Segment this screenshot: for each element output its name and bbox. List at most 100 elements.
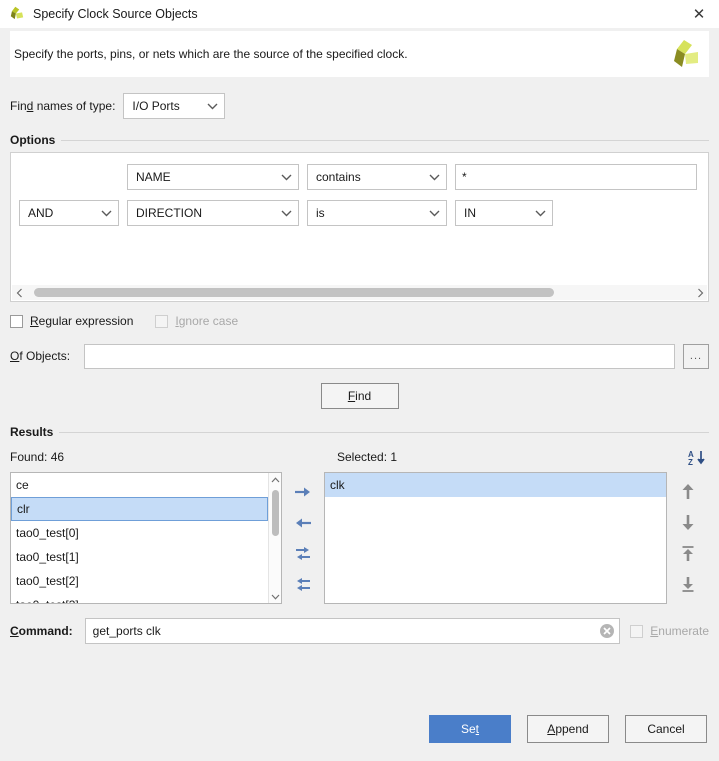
move-up-icon[interactable] — [676, 480, 700, 502]
scroll-down-icon[interactable] — [269, 590, 282, 603]
filter-row: NAME contains * — [19, 163, 700, 191]
order-buttons — [667, 472, 709, 604]
found-count-label: Found: 46 — [10, 450, 65, 464]
cancel-button[interactable]: Cancel — [625, 715, 707, 743]
find-names-of-type-label: Find names of type: — [10, 99, 116, 113]
move-to-bottom-icon[interactable] — [676, 573, 700, 595]
options-group: Options NAME contains * AND DIRECTION is… — [10, 133, 709, 330]
list-item[interactable]: tao0_test[3] — [11, 593, 268, 603]
chevron-down-icon — [532, 205, 548, 221]
filter-operator-combo[interactable]: AND — [19, 200, 119, 226]
clear-circle-icon[interactable] — [599, 623, 615, 639]
list-item[interactable]: tao0_test[2] — [11, 569, 268, 593]
move-left-icon[interactable] — [291, 511, 315, 534]
filter-relation-combo[interactable]: contains — [307, 164, 447, 190]
append-button[interactable]: Append — [527, 715, 609, 743]
close-icon[interactable]: ✕ — [685, 1, 713, 27]
command-input[interactable]: get_ports clk — [84, 618, 621, 644]
scrollbar-thumb[interactable] — [271, 490, 279, 536]
of-objects-label: Of Objects: — [10, 349, 71, 363]
move-to-top-icon[interactable] — [676, 542, 700, 564]
filter-property-value: NAME — [136, 170, 171, 184]
dialog-footer: Se t Append Cancel — [0, 705, 719, 761]
results-group: Results Found: 46 Selected: 1 A Z ce clr… — [10, 425, 709, 604]
regular-expression-label[interactable]: Regular expression — [30, 314, 133, 328]
set-button[interactable]: Se t — [429, 715, 511, 743]
of-objects-browse-button[interactable]: ... — [683, 343, 709, 369]
find-button-row: Find — [10, 383, 709, 409]
vivado-logo-icon — [667, 38, 699, 70]
scrollbar-track[interactable] — [26, 285, 693, 300]
options-checkbox-row: Regular expression Ignore case — [10, 312, 709, 330]
move-down-icon[interactable] — [676, 511, 700, 533]
filter-property-combo[interactable]: DIRECTION — [127, 200, 299, 226]
options-group-header: Options — [10, 133, 709, 147]
chevron-down-icon — [426, 205, 442, 221]
find-type-value: I/O Ports — [132, 99, 180, 113]
regular-expression-checkbox[interactable] — [10, 314, 23, 328]
results-group-header: Results — [10, 425, 709, 439]
selected-list-items: clk — [325, 473, 666, 603]
move-all-right-icon[interactable] — [291, 542, 315, 565]
ignore-case-checkbox — [155, 314, 169, 328]
title-bar: Specify Clock Source Objects ✕ — [0, 0, 719, 28]
list-item[interactable]: clk — [325, 473, 666, 497]
specify-clock-source-objects-dialog: Specify Clock Source Objects ✕ Specify t… — [0, 0, 719, 761]
scroll-left-icon[interactable] — [12, 285, 26, 300]
filter-property-value: DIRECTION — [136, 206, 202, 220]
results-lists: ce clr tao0_test[0] tao0_test[1] tao0_te… — [10, 472, 709, 604]
options-horizontal-scrollbar[interactable] — [12, 285, 707, 300]
svg-text:Z: Z — [688, 458, 693, 466]
scroll-right-icon[interactable] — [693, 285, 707, 300]
group-divider — [61, 139, 709, 141]
found-objects-list[interactable]: ce clr tao0_test[0] tao0_test[1] tao0_te… — [10, 472, 282, 604]
chevron-down-icon — [278, 205, 294, 221]
list-item[interactable]: tao0_test[1] — [11, 545, 268, 569]
of-objects-input[interactable] — [84, 343, 675, 369]
find-names-of-type-row: Find names of type: I/O Ports — [10, 93, 709, 119]
filter-direction-value: IN — [464, 206, 476, 220]
move-right-icon[interactable] — [291, 480, 315, 503]
of-objects-row: Of Objects: ... — [10, 343, 709, 369]
filter-row: AND DIRECTION is IN — [19, 199, 700, 227]
scrollbar-track[interactable] — [269, 486, 282, 590]
vivado-logo-icon — [8, 5, 26, 23]
list-item[interactable]: ce — [11, 473, 268, 497]
dialog-banner: Specify the ports, pins, or nets which a… — [10, 31, 709, 77]
command-row: Command: get_ports clk Enumerate — [10, 618, 709, 644]
options-panel: NAME contains * AND DIRECTION is IN — [10, 152, 709, 302]
scrollbar-thumb[interactable] — [34, 288, 555, 297]
filter-direction-combo[interactable]: IN — [455, 200, 553, 226]
window-title: Specify Clock Source Objects — [33, 7, 198, 21]
move-all-left-icon[interactable] — [291, 573, 315, 596]
group-divider — [59, 431, 709, 433]
filter-relation-combo[interactable]: is — [307, 200, 447, 226]
enumerate-checkbox — [630, 624, 644, 638]
chevron-down-icon — [98, 205, 114, 221]
find-type-combo[interactable]: I/O Ports — [123, 93, 226, 119]
selected-objects-list[interactable]: clk — [324, 472, 667, 604]
filter-relation-value: is — [316, 206, 325, 220]
results-header: Found: 46 Selected: 1 A Z — [10, 447, 709, 467]
filter-property-combo[interactable]: NAME — [127, 164, 299, 190]
chevron-down-icon — [426, 169, 442, 185]
filter-value-input[interactable]: * — [455, 164, 697, 190]
transfer-buttons — [282, 472, 324, 604]
list-item[interactable]: clr — [11, 497, 268, 521]
dialog-body: Find names of type: I/O Ports Options NA… — [0, 77, 719, 705]
options-group-title: Options — [10, 133, 56, 147]
banner-description: Specify the ports, pins, or nets which a… — [14, 47, 408, 61]
command-label: Command: — [10, 624, 73, 638]
selected-count-label: Selected: 1 — [337, 450, 398, 464]
filter-operator-value: AND — [28, 206, 54, 220]
ignore-case-label: Ignore case — [175, 314, 239, 328]
find-button[interactable]: Find — [320, 383, 399, 409]
list-item[interactable]: tao0_test[0] — [11, 521, 268, 545]
sort-az-descending-icon[interactable]: A Z — [687, 448, 707, 466]
command-value: get_ports clk — [92, 624, 161, 638]
found-list-items: ce clr tao0_test[0] tao0_test[1] tao0_te… — [11, 473, 268, 603]
scroll-up-icon[interactable] — [269, 473, 282, 486]
filter-value-text: * — [462, 170, 467, 184]
results-group-title: Results — [10, 425, 54, 439]
found-list-scrollbar[interactable] — [268, 473, 281, 603]
